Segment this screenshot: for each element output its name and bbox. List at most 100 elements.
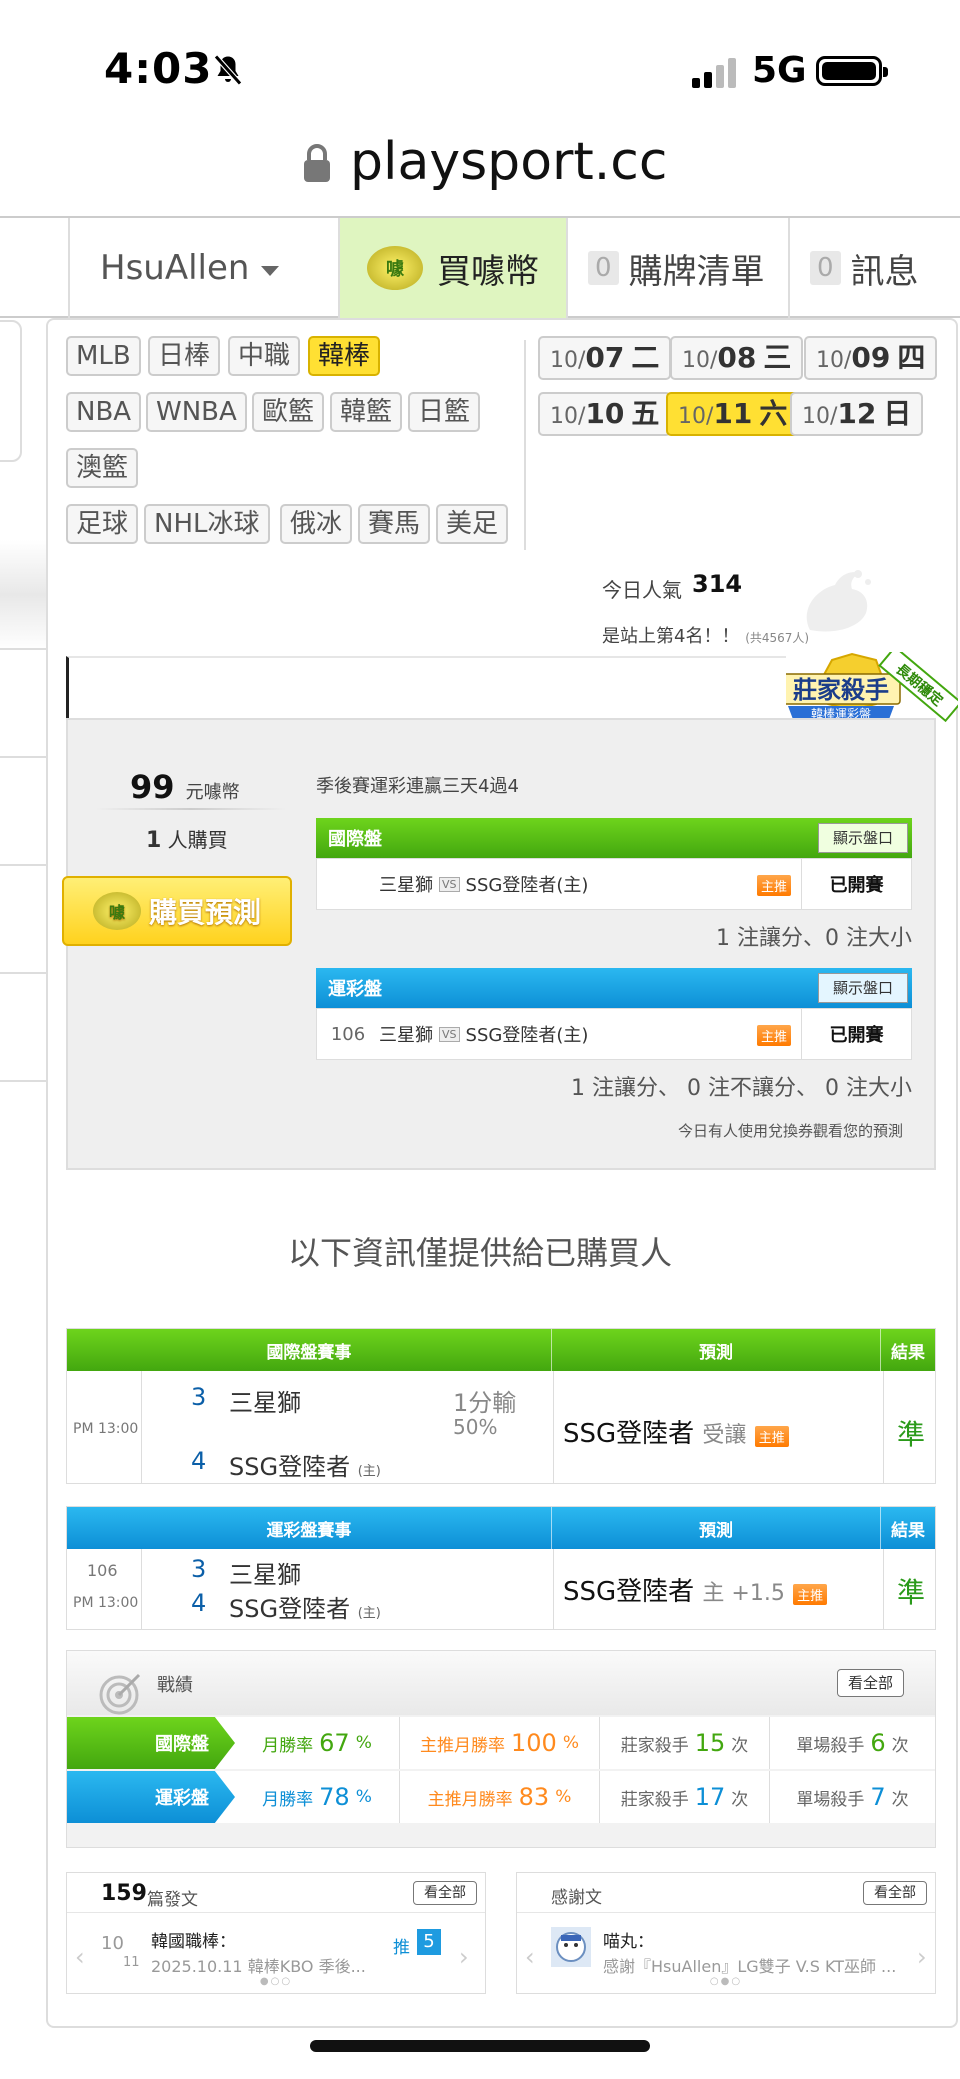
market-title: 運彩盤 bbox=[328, 979, 382, 1000]
chevron-left-icon[interactable]: ‹ bbox=[75, 1943, 85, 1971]
coin-icon: 噱 bbox=[92, 892, 141, 930]
column-header: 運彩盤賽事 bbox=[67, 1507, 552, 1549]
sport-tag[interactable]: 足球 bbox=[66, 504, 139, 544]
row-label: 國際盤 bbox=[67, 1717, 235, 1769]
performance-title: 戰績 bbox=[157, 1675, 193, 1696]
buyers-only-message: 以下資訊僅提供給已購買人 bbox=[287, 1234, 672, 1272]
sport-tag[interactable]: NBA bbox=[66, 392, 142, 432]
home-team: SSG登陸者 (主) bbox=[229, 1453, 381, 1481]
single-killer-count: 單場殺手 6 次 bbox=[769, 1717, 935, 1769]
sport-tag[interactable]: NHL冰球 bbox=[144, 504, 270, 544]
post-date-bottom: 11 bbox=[123, 1955, 140, 1970]
away-score: 3 bbox=[191, 1555, 207, 1583]
home-indicator bbox=[310, 2040, 650, 2052]
column-header: 結果 bbox=[891, 1342, 926, 1363]
buy-coins-label: 買噱幣 bbox=[437, 251, 539, 292]
lottery-bet-summary: 1 注讓分、 0 注不讓分、 0 注大小 bbox=[571, 1076, 912, 1101]
pagination-dots: ○●○ bbox=[709, 1976, 743, 1987]
sport-tag[interactable]: 韓籃 bbox=[330, 392, 403, 432]
sport-tag[interactable]: 中職 bbox=[228, 336, 301, 376]
vs-icon: VS bbox=[439, 876, 460, 892]
chevron-right-icon[interactable]: › bbox=[459, 1943, 469, 1971]
sport-tag[interactable]: 俄冰 bbox=[280, 504, 353, 544]
chevron-right-icon[interactable]: › bbox=[917, 1943, 927, 1971]
intl-bet-summary: 1 注讓分、0 注大小 bbox=[716, 926, 912, 951]
column-header: 國際盤賽事 bbox=[67, 1329, 552, 1371]
chevron-left-icon[interactable]: ‹ bbox=[525, 1943, 535, 1971]
prediction: SSG登陸者 主 +1.5 主推 bbox=[563, 1571, 828, 1608]
performance-row: 運彩盤 月勝率 78% 主推月勝率 83% 莊家殺手 17 次 單場殺手 7 次 bbox=[67, 1771, 935, 1823]
table-row: PM 13:00 3 三星獅 1分輸 50% 4 SSG登陸者 (主) SSG登… bbox=[67, 1371, 935, 1483]
result-mark: 準 bbox=[897, 1576, 926, 1609]
featured-tag: 主推 bbox=[793, 1584, 828, 1605]
date-tab[interactable]: 10/09 四 bbox=[804, 336, 938, 380]
featured-win-rate: 主推月勝率 100% bbox=[399, 1717, 599, 1769]
result-mark: 準 bbox=[897, 1418, 926, 1451]
cart-count: 0 bbox=[588, 251, 619, 285]
buy-prediction-label: 購買預測 bbox=[148, 896, 261, 929]
cart-button[interactable]: 0 購牌清單 bbox=[566, 218, 788, 318]
thanks-preview[interactable]: 感謝『HsuAllen』LG雙子 V.S KT巫師 ... bbox=[603, 1953, 903, 1977]
drawer-tab[interactable] bbox=[0, 320, 22, 462]
column-header: 結果 bbox=[891, 1520, 926, 1541]
game-number: 106 bbox=[87, 1561, 118, 1580]
post-preview[interactable]: 2025.10.11 韓棒KBO 季後... bbox=[151, 1953, 381, 1977]
date-tab[interactable]: 10/10 五 bbox=[538, 392, 672, 436]
date-tab[interactable]: 10/07 二 bbox=[538, 336, 672, 380]
match-row: 106 三星獅 VS SSG登陸者(主) 主推 已開賽 bbox=[316, 1008, 912, 1060]
sport-tag[interactable]: 美足 bbox=[436, 504, 509, 544]
view-all-button[interactable]: 看全部 bbox=[837, 1669, 905, 1697]
home-team: SSG登陸者(主) bbox=[465, 875, 589, 896]
battery-icon bbox=[816, 56, 888, 86]
lottery-result-table: 運彩盤賽事 預測 結果 106 PM 13:00 3 三星獅 4 SSG登陸者 (主… bbox=[66, 1506, 936, 1630]
popularity-value: 314 bbox=[692, 570, 743, 598]
intl-result-table: 國際盤賽事 預測 結果 PM 13:00 3 三星獅 1分輸 50% 4 SSG登陸… bbox=[66, 1328, 936, 1484]
away-team: 三星獅 bbox=[229, 1561, 301, 1589]
date-tab-selected[interactable]: 10/11 六 bbox=[666, 392, 800, 436]
lock-icon bbox=[304, 144, 330, 182]
network-type: 5G bbox=[752, 50, 807, 91]
sport-tag[interactable]: 賽馬 bbox=[358, 504, 431, 544]
user-menu[interactable]: HsuAllen bbox=[68, 218, 338, 318]
featured-win-rate: 主推月勝率 83% bbox=[399, 1771, 599, 1823]
sport-tag[interactable]: 日棒 bbox=[148, 336, 221, 376]
date-tab[interactable]: 10/12 日 bbox=[790, 392, 924, 436]
away-score: 3 bbox=[191, 1383, 207, 1411]
message-count: 0 bbox=[810, 251, 841, 285]
push-label: 推 bbox=[393, 1938, 410, 1958]
sport-tag[interactable]: MLB bbox=[66, 336, 141, 376]
away-team: 三星獅 bbox=[379, 875, 433, 896]
chevron-down-icon bbox=[261, 266, 280, 276]
away-team: 三星獅 bbox=[379, 1025, 433, 1046]
show-line-button[interactable]: 顯示盤口 bbox=[817, 823, 908, 853]
site-navbar: HsuAllen 噱買噱幣 0 購牌清單 0 訊息 bbox=[0, 216, 960, 318]
market-title: 國際盤 bbox=[328, 829, 382, 850]
date-tab[interactable]: 10/08 三 bbox=[670, 336, 804, 380]
lottery-market-block: 運彩盤 顯示盤口 106 三星獅 VS SSG登陸者(主) 主推 已開賽 bbox=[316, 968, 912, 1060]
performance-row: 國際盤 月勝率 67% 主推月勝率 100% 莊家殺手 15 次 單場殺手 6 次 bbox=[67, 1717, 935, 1769]
view-all-button[interactable]: 看全部 bbox=[413, 1881, 477, 1905]
home-score: 4 bbox=[191, 1589, 207, 1617]
post-count-label: 篇發文 bbox=[147, 1890, 198, 1910]
match-status: 已開賽 bbox=[801, 859, 911, 909]
buy-prediction-button[interactable]: 噱購買預測 bbox=[62, 876, 292, 946]
sport-tag-selected[interactable]: 韓棒 bbox=[308, 336, 381, 376]
featured-tag: 主推 bbox=[757, 875, 792, 896]
messages-button[interactable]: 0 訊息 bbox=[788, 218, 960, 318]
sport-tag[interactable]: WNBA bbox=[146, 392, 247, 432]
url-text[interactable]: playsport.cc bbox=[350, 132, 667, 192]
sport-tag[interactable]: 歐籃 bbox=[252, 392, 325, 432]
sport-tag[interactable]: 日籃 bbox=[408, 392, 481, 432]
buy-coins-button[interactable]: 噱買噱幣 bbox=[338, 218, 566, 318]
post-category: 韓國職棒： bbox=[151, 1932, 236, 1952]
home-team: SSG登陸者 (主) bbox=[229, 1595, 381, 1623]
banker-killer-count: 莊家殺手 15 次 bbox=[599, 1717, 769, 1769]
thanks-author: 喵丸： bbox=[603, 1932, 654, 1952]
show-line-button[interactable]: 顯示盤口 bbox=[817, 973, 908, 1003]
featured-tag: 主推 bbox=[757, 1025, 792, 1046]
view-all-button[interactable]: 看全部 bbox=[863, 1881, 927, 1905]
sport-tag[interactable]: 澳籃 bbox=[66, 448, 139, 488]
popularity-rank: 是站上第4名！！ (共4567人) bbox=[602, 626, 810, 647]
popularity-label: 今日人氣 bbox=[602, 578, 682, 602]
divider bbox=[0, 972, 46, 974]
